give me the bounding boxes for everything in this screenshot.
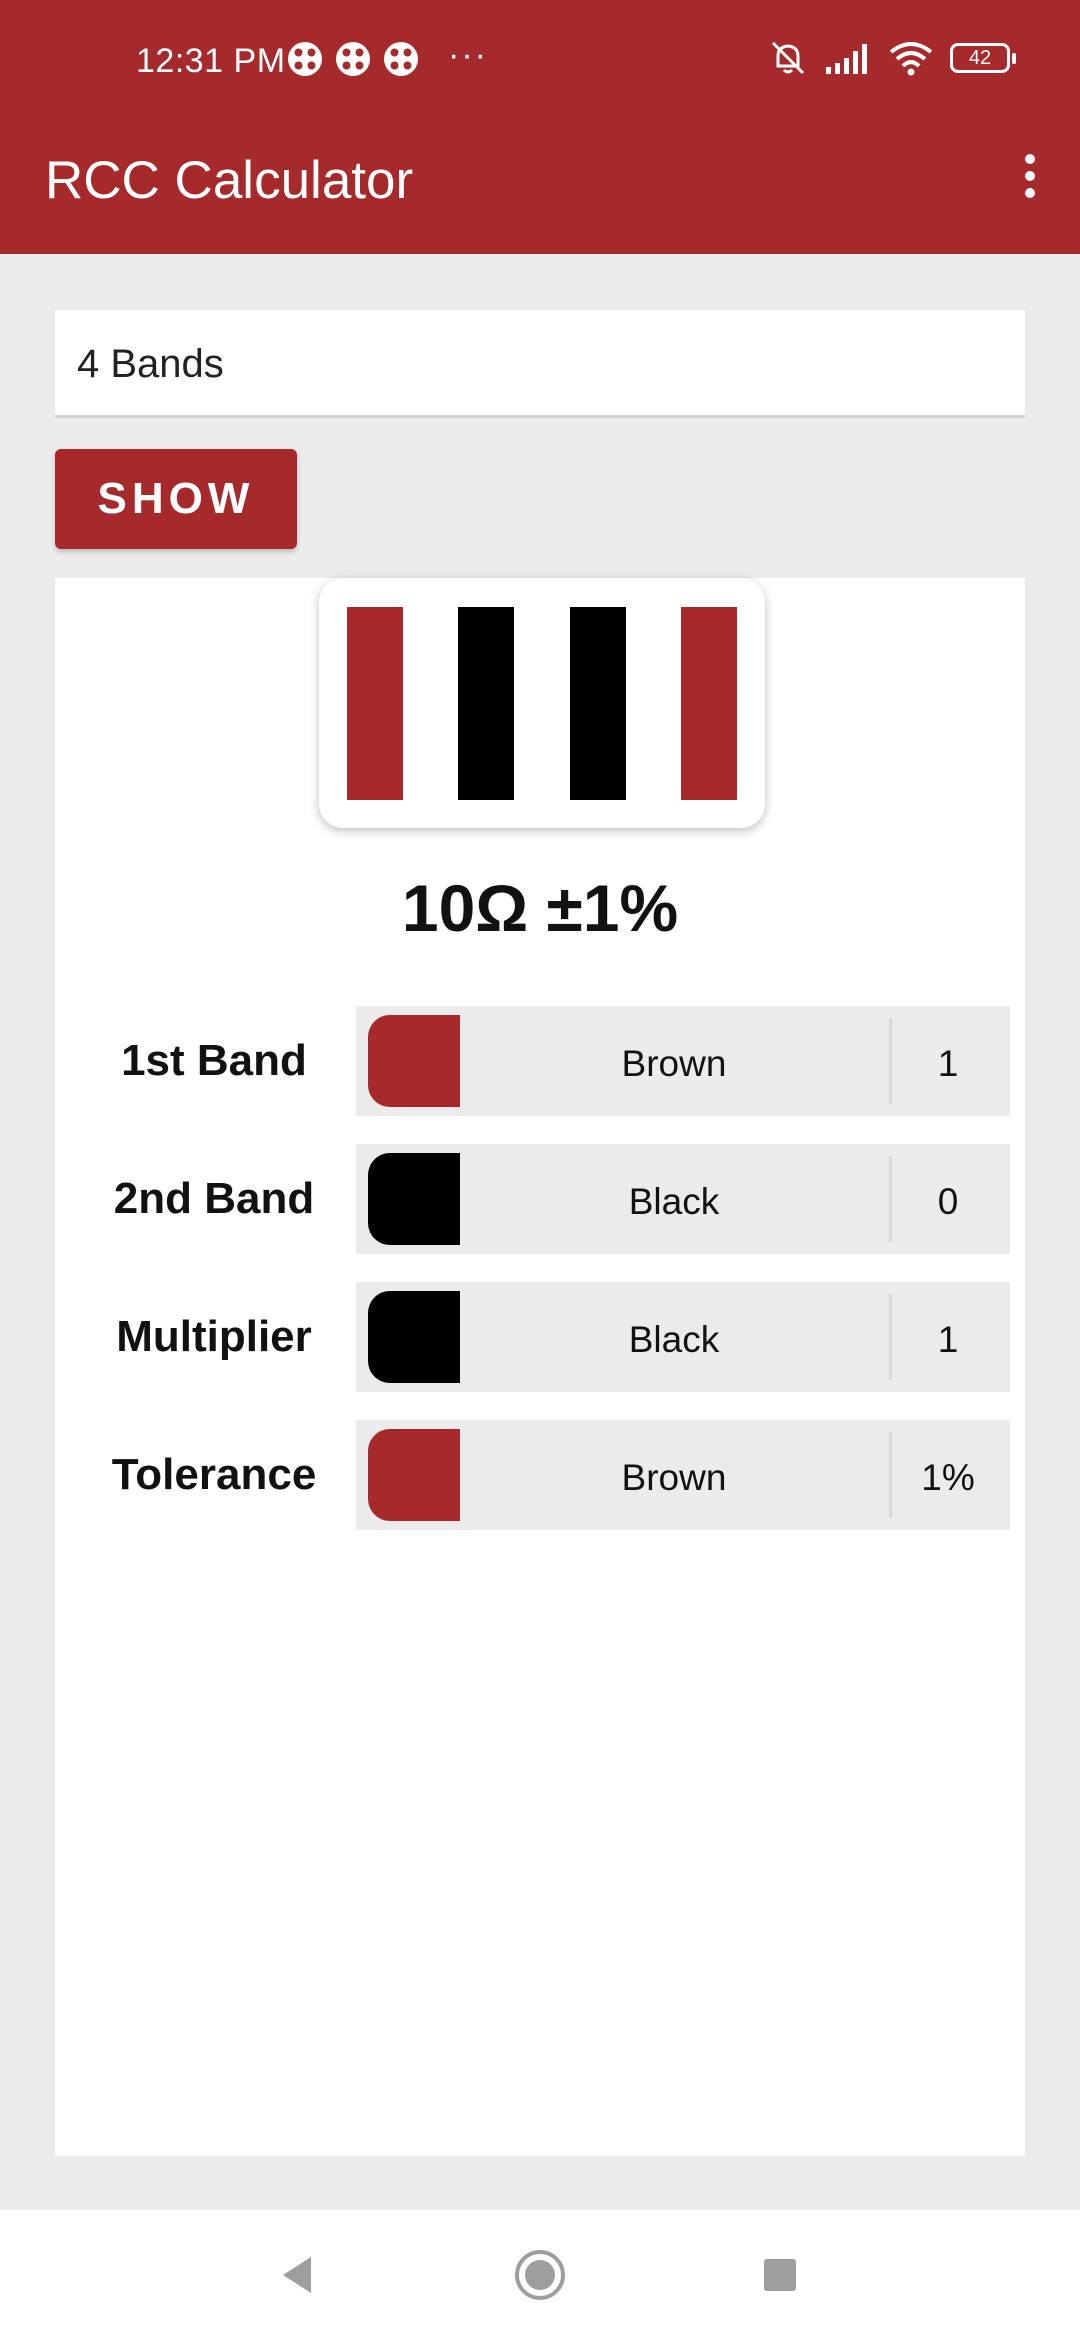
resistor-band-1 bbox=[347, 607, 403, 800]
tolerance-select[interactable]: Brown 1% bbox=[356, 1420, 1010, 1530]
band-value: 0 bbox=[937, 1181, 959, 1222]
signal-icon bbox=[826, 44, 867, 74]
color-swatch bbox=[368, 1429, 460, 1521]
back-icon bbox=[283, 2257, 311, 2293]
band-row-tolerance: Tolerance Brown 1% bbox=[55, 1420, 1025, 1530]
color-swatch bbox=[368, 1153, 460, 1245]
band-count-select[interactable]: 4 Bands bbox=[55, 310, 1025, 418]
color-name: Black bbox=[628, 1181, 720, 1222]
show-button[interactable]: SHOW bbox=[55, 449, 297, 549]
band-row-label: Tolerance bbox=[111, 1450, 317, 1499]
band-value: 1 bbox=[937, 1319, 959, 1360]
resistor-band-4 bbox=[681, 607, 737, 800]
status-bar: 12:31 PM ··· 42 bbox=[0, 0, 1080, 125]
result-card: 10Ω ±1% 1st Band Brown 1 2nd Band Black … bbox=[55, 578, 1025, 2156]
color-swatch bbox=[368, 1015, 460, 1107]
color-name: Brown bbox=[621, 1457, 727, 1498]
multiplier-select[interactable]: Black 1 bbox=[356, 1282, 1010, 1392]
battery-icon: 42 bbox=[950, 43, 1016, 73]
color-swatch bbox=[368, 1291, 460, 1383]
resistor-band-3 bbox=[570, 607, 626, 800]
band-row-label: Multiplier bbox=[116, 1312, 312, 1361]
band-value: 1 bbox=[937, 1043, 959, 1084]
mute-icon bbox=[771, 41, 805, 75]
recents-button[interactable] bbox=[725, 2210, 835, 2340]
band-row-multiplier: Multiplier Black 1 bbox=[55, 1282, 1025, 1392]
band-value: 1% bbox=[921, 1457, 975, 1498]
color-name: Brown bbox=[621, 1043, 727, 1084]
more-notifications-icon: ··· bbox=[448, 36, 488, 74]
recents-icon bbox=[764, 2259, 796, 2291]
wifi-icon bbox=[889, 42, 933, 76]
first-band-select[interactable]: Brown 1 bbox=[356, 1006, 1010, 1116]
system-nav-bar bbox=[0, 2210, 1080, 2340]
app-bar: 12:31 PM ··· 42 RCC Calculator bbox=[0, 0, 1080, 254]
notification-icon bbox=[288, 42, 322, 76]
band-row-label: 2nd Band bbox=[113, 1174, 315, 1223]
status-icons: 42 bbox=[768, 38, 1016, 78]
resistance-result: 10Ω ±1% bbox=[401, 871, 679, 945]
band-row-1st: 1st Band Brown 1 bbox=[55, 1006, 1025, 1116]
notification-icon bbox=[336, 42, 370, 76]
back-button[interactable] bbox=[242, 2210, 352, 2340]
resistor-band-2 bbox=[458, 607, 514, 800]
band-row-label: 1st Band bbox=[121, 1036, 307, 1085]
band-row-2nd: 2nd Band Black 0 bbox=[55, 1144, 1025, 1254]
notification-icon bbox=[384, 42, 418, 76]
overflow-menu-icon[interactable] bbox=[1000, 146, 1060, 206]
resistor-preview bbox=[319, 578, 765, 828]
home-icon bbox=[515, 2250, 565, 2300]
app-title: RCC Calculator bbox=[45, 151, 414, 210]
second-band-select[interactable]: Black 0 bbox=[356, 1144, 1010, 1254]
home-button[interactable] bbox=[485, 2210, 595, 2340]
color-name: Black bbox=[628, 1319, 720, 1360]
status-time: 12:31 PM bbox=[136, 42, 286, 80]
notification-icons bbox=[286, 40, 420, 78]
